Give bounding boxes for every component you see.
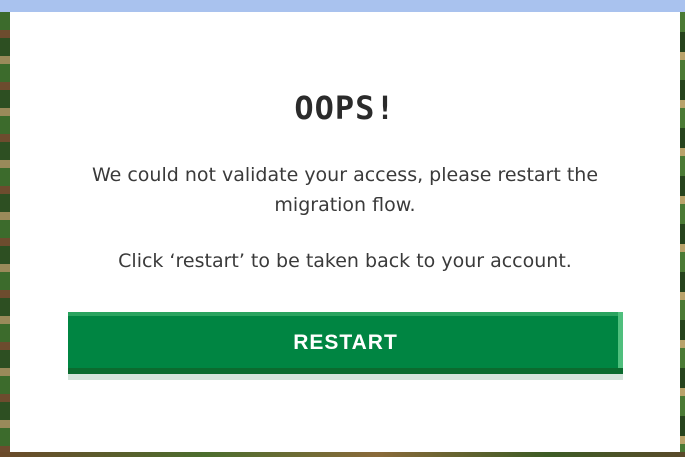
restart-button-label: RESTART [293,331,398,354]
error-dialog: OOPS! We could not validate your access,… [10,12,680,452]
message-validation-error: We could not validate your access, pleas… [91,164,599,216]
dialog-message: We could not validate your access, pleas… [70,160,620,276]
dialog-title: OOPS! [294,89,396,127]
background-scenery-left [0,12,10,457]
restart-button[interactable]: RESTART [68,312,623,380]
background-scenery-right [680,12,685,457]
background-scenery-bottom [0,452,685,457]
message-restart-instruction: Click ‘restart’ to be taken back to your… [118,250,572,272]
